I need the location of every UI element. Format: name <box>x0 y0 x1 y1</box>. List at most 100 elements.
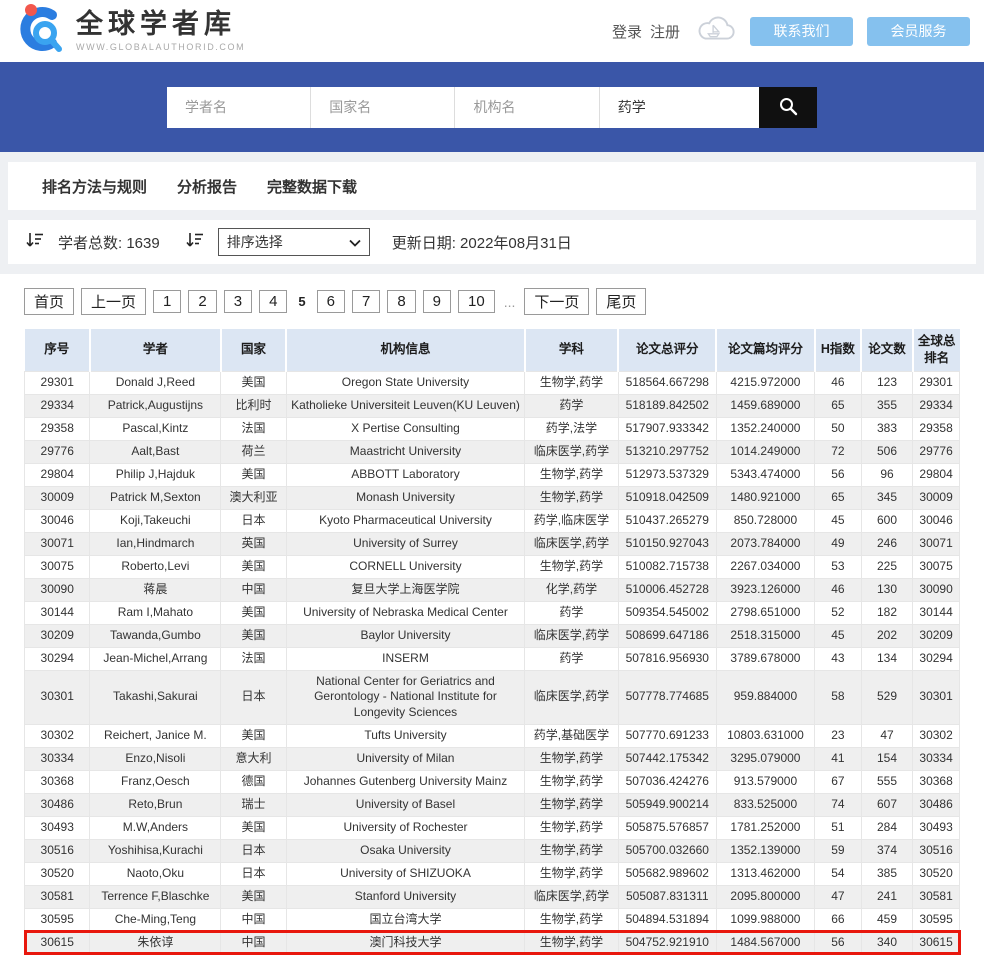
table-row[interactable]: 30368Franz,Oesch德国Johannes Gutenberg Uni… <box>25 770 960 793</box>
page-button[interactable]: 下一页 <box>524 288 589 315</box>
cell: 30075 <box>25 555 90 578</box>
cell: 47 <box>815 885 862 908</box>
table-row[interactable]: 30493M.W,Anders美国University of Rochester… <box>25 816 960 839</box>
subject-input[interactable] <box>600 87 759 128</box>
table-row[interactable]: 29776Aalt,Bast荷兰Maastricht University临床医… <box>25 440 960 463</box>
page-button[interactable]: 首页 <box>24 288 74 315</box>
nav-analysis-report[interactable]: 分析报告 <box>177 176 237 197</box>
table-row[interactable]: 30090蒋晨中国复旦大学上海医学院化学,药学510006.4527283923… <box>25 578 960 601</box>
cell: 瑞士 <box>221 793 286 816</box>
cell: University of Nebraska Medical Center <box>286 601 524 624</box>
cell: 46 <box>815 578 862 601</box>
cell: 65 <box>815 394 862 417</box>
table-row[interactable]: 30009Patrick M,Sexton澳大利亚Monash Universi… <box>25 486 960 509</box>
country-name-input[interactable] <box>311 87 455 128</box>
cell: 1014.249000 <box>716 440 814 463</box>
cell: 临床医学,药学 <box>525 532 619 555</box>
table-row[interactable]: 30144Ram I,Mahato美国University of Nebrask… <box>25 601 960 624</box>
table-row[interactable]: 30301Takashi,Sakurai日本National Center fo… <box>25 670 960 724</box>
table-row[interactable]: 30302Reichert, Janice M.美国Tufts Universi… <box>25 724 960 747</box>
column-header: 全球总排名 <box>913 329 960 371</box>
cell: 45 <box>815 509 862 532</box>
cell: 509354.545002 <box>618 601 716 624</box>
cell: 506 <box>861 440 912 463</box>
scholar-table: 序号学者国家机构信息学科论文总评分论文篇均评分H指数论文数全球总排名 29301… <box>24 329 960 955</box>
cell: 30071 <box>25 532 90 555</box>
table-row[interactable]: 30294Jean-Michel,Arrang法国INSERM药学507816.… <box>25 647 960 670</box>
page-button[interactable]: 1 <box>153 290 181 313</box>
table-row[interactable]: 29334Patrick,Augustijns比利时Katholieke Uni… <box>25 394 960 417</box>
table-row[interactable]: 30486Reto,Brun瑞士University of Basel生物学,药… <box>25 793 960 816</box>
cell: 1352.240000 <box>716 417 814 440</box>
table-row[interactable]: 30075Roberto,Levi美国CORNELL University生物学… <box>25 555 960 578</box>
cell: Aalt,Bast <box>90 440 221 463</box>
sort-select[interactable]: 排序选择 <box>218 228 370 256</box>
cell: Tawanda,Gumbo <box>90 624 221 647</box>
cell: INSERM <box>286 647 524 670</box>
cell: 505682.989602 <box>618 862 716 885</box>
column-header: 论文总评分 <box>618 329 716 371</box>
table-row[interactable]: 30046Koji,Takeuchi日本Kyoto Pharmaceutical… <box>25 509 960 532</box>
table-row[interactable]: 30334Enzo,Nisoli意大利University of Milan生物… <box>25 747 960 770</box>
table-row[interactable]: 29804Philip J,Hajduk美国ABBOTT Laboratory生… <box>25 463 960 486</box>
page-button[interactable]: 2 <box>188 290 216 313</box>
search-button[interactable] <box>759 87 817 128</box>
table-row[interactable]: 30581Terrence F,Blaschke美国Stanford Unive… <box>25 885 960 908</box>
cell: 生物学,药学 <box>525 862 619 885</box>
cell: 49 <box>815 532 862 555</box>
scholar-name-input[interactable] <box>167 87 311 128</box>
table-row[interactable]: 30516Yoshihisa,Kurachi日本Osaka University… <box>25 839 960 862</box>
cell: 505087.831311 <box>618 885 716 908</box>
cell: 美国 <box>221 624 286 647</box>
cell: 72 <box>815 440 862 463</box>
table-row-highlighted[interactable]: 30615朱依谆中国澳门科技大学生物学,药学504752.9219101484.… <box>25 931 960 954</box>
cell: 30209 <box>25 624 90 647</box>
cell: 蒋晨 <box>90 578 221 601</box>
table-row[interactable]: 30520Naoto,Oku日本University of SHIZUOKA生物… <box>25 862 960 885</box>
nav-full-data-download[interactable]: 完整数据下载 <box>267 176 357 197</box>
page-button[interactable]: 尾页 <box>596 288 646 315</box>
page-button[interactable]: 7 <box>352 290 380 313</box>
cell: 美国 <box>221 463 286 486</box>
nav-ranking-rules[interactable]: 排名方法与规则 <box>42 176 147 197</box>
cell: 荷兰 <box>221 440 286 463</box>
cell: 340 <box>861 931 912 954</box>
page-button[interactable]: 6 <box>317 290 345 313</box>
cell: 30009 <box>913 486 960 509</box>
cell: 507442.175342 <box>618 747 716 770</box>
cell: 58 <box>815 670 862 724</box>
cell: 154 <box>861 747 912 770</box>
login-link[interactable]: 登录 <box>612 21 642 42</box>
column-header: 序号 <box>25 329 90 371</box>
table-row[interactable]: 30071Ian,Hindmarch英国University of Surrey… <box>25 532 960 555</box>
table-row[interactable]: 29301Donald J,Reed美国Oregon State Univers… <box>25 371 960 394</box>
cell: 67 <box>815 770 862 793</box>
register-link[interactable]: 注册 <box>650 21 680 42</box>
brand[interactable]: 全球学者库 WWW.GLOBALAUTHORID.COM <box>14 3 245 60</box>
table-row[interactable]: 29358Pascal,Kintz法国X Pertise Consulting药… <box>25 417 960 440</box>
page-button[interactable]: 3 <box>224 290 252 313</box>
table-row[interactable]: 30209Tawanda,Gumbo美国Baylor University临床医… <box>25 624 960 647</box>
contact-us-button[interactable]: 联系我们 <box>750 17 853 46</box>
cell: 29804 <box>913 463 960 486</box>
cell: 2518.315000 <box>716 624 814 647</box>
column-header: 学科 <box>525 329 619 371</box>
page-button[interactable]: 10 <box>458 290 495 313</box>
page-button[interactable]: 4 <box>259 290 287 313</box>
cell: 3923.126000 <box>716 578 814 601</box>
institution-name-input[interactable] <box>455 87 599 128</box>
page-button[interactable]: 上一页 <box>81 288 146 315</box>
cell: 46 <box>815 371 862 394</box>
page-button[interactable]: 8 <box>387 290 415 313</box>
cell: Maastricht University <box>286 440 524 463</box>
cell: 美国 <box>221 601 286 624</box>
cell: 29358 <box>25 417 90 440</box>
cell: 505700.032660 <box>618 839 716 862</box>
member-services-button[interactable]: 会员服务 <box>867 17 970 46</box>
cell: 51 <box>815 816 862 839</box>
page-button[interactable]: 9 <box>423 290 451 313</box>
cell: 29804 <box>25 463 90 486</box>
cell: 生物学,药学 <box>525 486 619 509</box>
cell: 比利时 <box>221 394 286 417</box>
table-row[interactable]: 30595Che-Ming,Teng中国国立台湾大学生物学,药学504894.5… <box>25 908 960 931</box>
